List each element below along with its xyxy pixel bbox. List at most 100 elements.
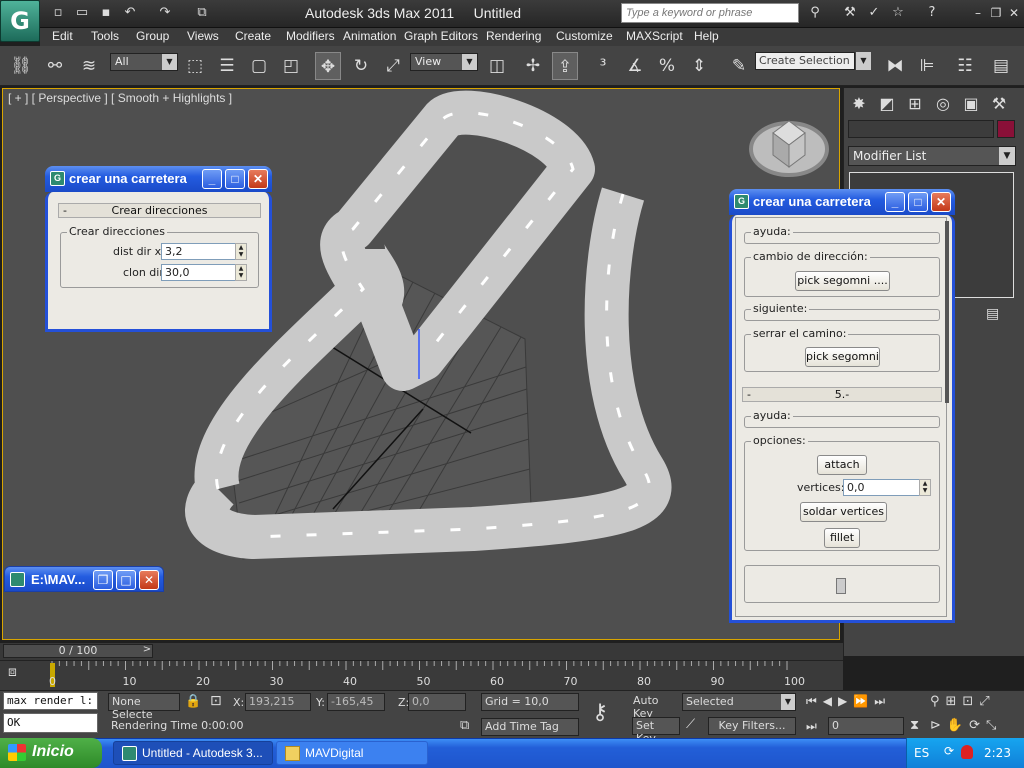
spinner-snap-icon[interactable]: ⇕: [686, 52, 712, 80]
communication-icon[interactable]: ✓: [864, 4, 884, 22]
dialog-title-bar[interactable]: Gcrear una carretera _ □ ✕: [729, 189, 955, 215]
display-tab-icon[interactable]: ▣: [958, 92, 984, 116]
viewport-navigation-icons-2[interactable]: ⊳✋⟳⤡: [930, 718, 1002, 733]
window-crossing-icon[interactable]: ◰: [278, 52, 304, 80]
select-object-icon[interactable]: ⬚: [182, 52, 208, 80]
set-key-button[interactable]: Set Key: [632, 717, 680, 745]
subscription-icon[interactable]: ⚒: [840, 4, 860, 22]
object-name-field[interactable]: [848, 120, 994, 138]
menu-rendering[interactable]: Rendering: [486, 29, 541, 43]
create-tab-icon[interactable]: ✸: [846, 92, 872, 116]
open-mini-curve-editor-icon[interactable]: ⧈: [8, 664, 32, 684]
next-frame-arrow-icon[interactable]: >: [140, 644, 154, 658]
attach-button[interactable]: attach: [817, 455, 867, 475]
maximize-button[interactable]: □: [116, 570, 136, 590]
absolute-mode-icon[interactable]: ⊡: [210, 693, 222, 709]
binoculars-icon[interactable]: ⚲: [805, 4, 825, 22]
bind-space-warp-icon[interactable]: ≋: [76, 52, 102, 80]
pick-segomni-button-2[interactable]: pick segomni: [805, 347, 880, 367]
mini-window-title-bar[interactable]: E:\MAV... ❐ □ ✕: [4, 566, 164, 592]
start-button[interactable]: Inicio: [0, 738, 102, 768]
percent-snap-icon[interactable]: %: [654, 52, 680, 80]
menu-edit[interactable]: Edit: [52, 29, 73, 43]
key-mode-toggle-icon[interactable]: ⏭: [806, 719, 817, 734]
menu-group[interactable]: Group: [136, 29, 169, 43]
close-button[interactable]: ✕: [139, 570, 159, 590]
maxscript-listener-input[interactable]: max render l:: [3, 692, 98, 710]
taskbar-item-3dsmax[interactable]: Untitled - Autodesk 3...: [113, 741, 273, 765]
menu-modifiers[interactable]: Modifiers: [286, 29, 335, 43]
keyboard-shortcut-override-icon[interactable]: ⇪: [552, 52, 578, 80]
align-icon[interactable]: ⊫: [914, 52, 940, 80]
modifier-list-dropdown[interactable]: Modifier List ▼: [848, 146, 1016, 166]
language-indicator[interactable]: ES: [914, 746, 929, 760]
select-and-move-icon[interactable]: ✥: [315, 52, 341, 80]
named-selection-set-field[interactable]: Create Selection Se: [755, 52, 855, 70]
search-input[interactable]: Type a keyword or phrase: [621, 3, 799, 23]
project-folder-icon[interactable]: ⧉: [192, 4, 212, 22]
menu-graph-editors[interactable]: Graph Editors: [404, 29, 478, 43]
redo-icon[interactable]: ↷: [155, 4, 175, 22]
configure-modifier-sets-icon[interactable]: ▤: [986, 306, 999, 322]
viewport-navigation-icons[interactable]: ⚲⊞⊡⤢: [930, 694, 996, 709]
rollout-header[interactable]: - Crear direcciones: [58, 203, 261, 218]
minimize-icon[interactable]: –: [968, 4, 988, 22]
rollout-5-header[interactable]: -5.-: [742, 387, 942, 402]
undo-icon[interactable]: ↶: [120, 4, 140, 22]
hierarchy-tab-icon[interactable]: ⊞: [902, 92, 928, 116]
taskbar-item-mavdigital[interactable]: MAVDigital: [276, 741, 428, 765]
menu-tools[interactable]: Tools: [91, 29, 119, 43]
unlink-icon[interactable]: ⚯: [42, 52, 68, 80]
layer-manager-icon[interactable]: ☷: [952, 52, 978, 80]
security-shield-icon[interactable]: [961, 745, 973, 759]
x-coordinate-field[interactable]: 193,215: [245, 693, 311, 711]
mirror-icon[interactable]: ⧓: [882, 52, 908, 80]
open-file-icon[interactable]: ▭: [72, 4, 92, 22]
menu-help[interactable]: Help: [694, 29, 719, 43]
selection-set-arrow-icon[interactable]: ▼: [856, 52, 871, 70]
favorites-star-icon[interactable]: ☆: [888, 4, 908, 22]
default-tangent-icon[interactable]: ⟋: [686, 717, 695, 732]
pick-segomni-button-1[interactable]: pick segomni ....: [795, 271, 890, 291]
selection-filter-dropdown[interactable]: All ▼: [110, 53, 178, 71]
menu-customize[interactable]: Customize: [556, 29, 613, 43]
select-and-link-icon[interactable]: ⛓: [8, 52, 34, 80]
set-key-mode-key-icon[interactable]: ⚷: [592, 700, 608, 725]
time-slider[interactable]: 0 / 100: [3, 644, 153, 658]
dist-dir-spinner[interactable]: 3,2 ▲ ▼: [161, 243, 247, 260]
select-by-name-icon[interactable]: ☰: [214, 52, 240, 80]
key-filters-button[interactable]: Key Filters...: [708, 717, 796, 735]
vertices-spinner[interactable]: 0,0 ▲ ▼: [843, 479, 931, 496]
close-button[interactable]: ✕: [248, 169, 268, 189]
snaps-toggle-icon[interactable]: ³: [590, 52, 616, 80]
current-frame-field[interactable]: 0: [828, 717, 904, 735]
rectangular-selection-icon[interactable]: ▢: [246, 52, 272, 80]
playback-controls[interactable]: ⏮◀▶⏩⏭: [806, 694, 891, 709]
menu-maxscript[interactable]: MAXScript: [626, 29, 683, 43]
y-coordinate-field[interactable]: -165,45: [327, 693, 385, 711]
reference-coordinate-dropdown[interactable]: View ▼: [410, 53, 478, 71]
maximize-button[interactable]: □: [908, 192, 928, 212]
modify-tab-icon[interactable]: ◩: [874, 92, 900, 116]
scrollbar-thumb[interactable]: [945, 221, 949, 403]
add-time-tag-field[interactable]: Add Time Tag: [481, 718, 579, 736]
restore-button[interactable]: ❐: [93, 570, 113, 590]
key-mode-dropdown[interactable]: Selected ▼: [682, 693, 796, 711]
save-icon[interactable]: ▪: [96, 4, 116, 22]
maxscript-listener-output[interactable]: OK: [3, 713, 98, 733]
restore-icon[interactable]: ❐: [986, 4, 1006, 22]
utilities-tab-icon[interactable]: ⚒: [986, 92, 1012, 116]
clon-dir-spinner[interactable]: 30,0 ▲ ▼: [161, 264, 247, 281]
help-icon[interactable]: ?: [922, 4, 942, 22]
edit-named-selection-icon[interactable]: ✎: [726, 52, 752, 80]
menu-animation[interactable]: Animation: [343, 29, 396, 43]
menu-views[interactable]: Views: [187, 29, 219, 43]
close-icon[interactable]: ✕: [1004, 4, 1024, 22]
menu-create[interactable]: Create: [235, 29, 271, 43]
minimize-button[interactable]: _: [202, 169, 222, 189]
z-coordinate-field[interactable]: 0,0: [408, 693, 466, 711]
maximize-button[interactable]: □: [225, 169, 245, 189]
select-and-scale-icon[interactable]: ⤢: [380, 52, 406, 80]
dialog-title-bar[interactable]: Gcrear una carretera _ □ ✕: [45, 166, 272, 192]
pivot-center-icon[interactable]: ◫: [484, 52, 510, 80]
